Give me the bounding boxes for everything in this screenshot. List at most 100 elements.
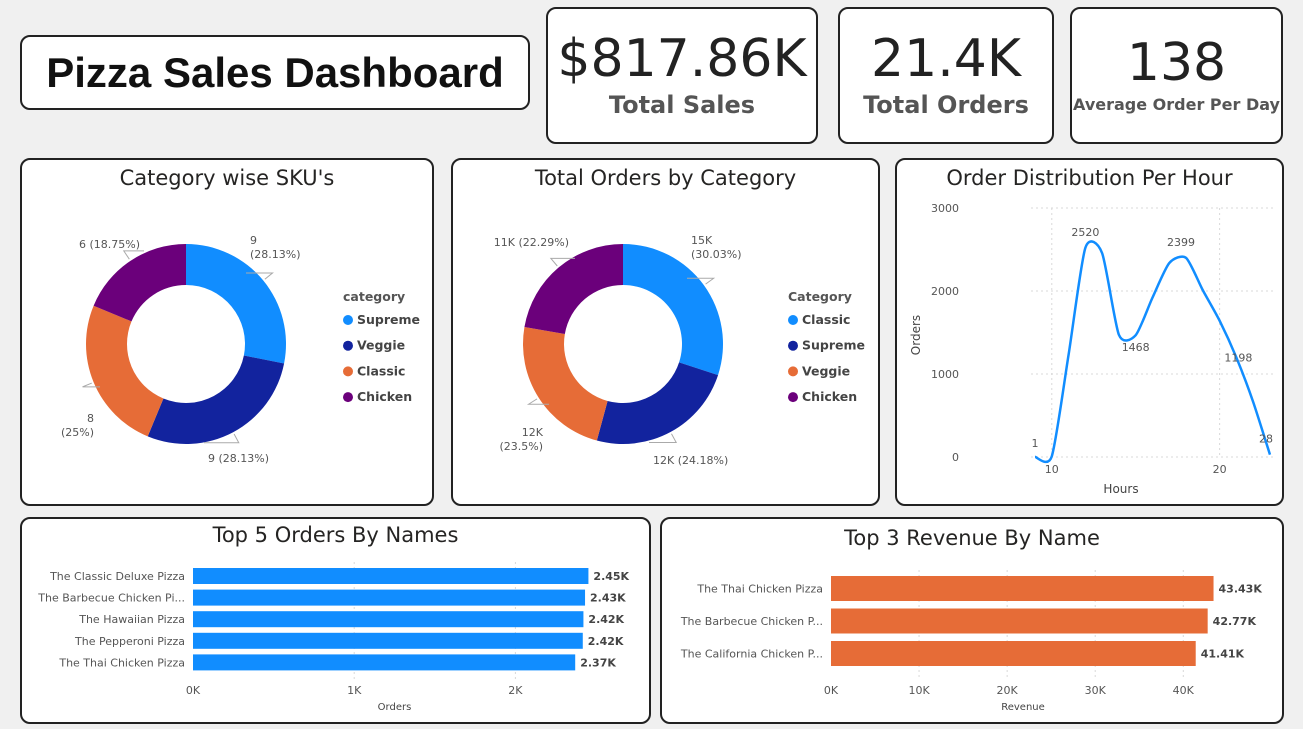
top3-bar <box>831 576 1214 601</box>
sku-data-label: (25%) <box>61 426 94 439</box>
top5-bar <box>193 568 589 584</box>
orders-data-label: (23.5%) <box>499 440 543 453</box>
top5-bar <box>193 589 586 606</box>
sku-slice-supreme <box>186 244 286 364</box>
sku-donut-chart[interactable]: 9(28.13%) 9 (28.13%) 8(25%) 6 (18.75%) categ… <box>22 160 432 504</box>
orders-slice-supreme <box>596 362 719 444</box>
top5-category-label: The Pepperoni Pizza <box>74 635 185 648</box>
top5-bar <box>193 632 583 649</box>
top3-x-tick-label: 0K <box>824 684 839 697</box>
orders-data-label: 11K (22.29%) <box>494 236 569 249</box>
top5-x-axis-title: Orders <box>378 702 412 713</box>
top3-x-axis-title: Revenue <box>1001 702 1045 713</box>
hourly-line-chart[interactable]: 0 1000 2000 3000 10 20 Hours Orders 1 2520 1468 239… <box>897 160 1282 504</box>
orders-legend-swatch <box>788 315 798 325</box>
orders-legend-item: Veggie <box>802 363 850 378</box>
sku-donut-card[interactable]: Category wise SKU's 9 (28.13%) 9 (28.13%) 8… <box>20 158 434 506</box>
top3-bar <box>831 608 1208 634</box>
top3-data-label: 42.77K <box>1213 615 1257 628</box>
line-data-label: 1 <box>1032 437 1039 450</box>
kpi-total-orders-value: 21.4K <box>871 28 1021 89</box>
line-y-tick-label: 1000 <box>931 368 959 381</box>
top3-x-tick-label: 20K <box>997 684 1019 697</box>
sku-legend-item: Supreme <box>357 312 420 327</box>
sku-donut-title: Category wise SKU's <box>119 166 335 190</box>
top5-bar <box>193 611 584 628</box>
orders-category-donut-chart[interactable]: 15K(30.03%) 12K (24.18%) 12K(23.5%) 11K (22… <box>453 160 878 504</box>
top5-category-label: The Thai Chicken Pizza <box>58 656 185 669</box>
top3-category-label: The Barbecue Chicken P... <box>680 615 823 628</box>
kpi-avg-orders-value: 138 <box>1126 33 1227 93</box>
line-y-tick-label: 2000 <box>931 285 959 298</box>
orders-legend-swatch <box>788 366 798 377</box>
top3-category-label: The California Chicken P... <box>680 648 823 661</box>
orders-data-label: 12K (24.18%) <box>653 454 728 467</box>
kpi-avg-orders[interactable]: 138 Average Order Per Day <box>1070 7 1283 144</box>
sku-data-label: 6 (18.75%) <box>79 238 140 251</box>
kpi-total-orders-label: Total Orders <box>863 90 1029 119</box>
dashboard-title: Pizza Sales Dashboard <box>46 48 504 96</box>
line-data-label: 28 <box>1259 433 1273 446</box>
orders-slice-veggie <box>523 327 608 441</box>
top5-x-tick-label: 0K <box>186 684 201 697</box>
top5-data-label: 2.42K <box>588 635 624 648</box>
orders-data-label: 15K <box>691 234 713 247</box>
hourly-line-card[interactable]: Order Distribution Per Hour 0 1000 2000 300… <box>895 158 1284 506</box>
sku-legend-title: category <box>343 289 405 304</box>
top3-category-label: The Thai Chicken Pizza <box>696 583 823 596</box>
sku-slice-classic <box>86 305 164 437</box>
top3-revenue-title: Top 3 Revenue By Name <box>844 526 1100 550</box>
top3-revenue-card[interactable]: Top 3 Revenue By Name 0K 10K 20K 30K 40K Reve… <box>660 517 1284 724</box>
orders-slice-chicken <box>524 244 623 335</box>
top5-orders-card[interactable]: Top 5 Orders By Names 0K 1K 2K Orders The Cl… <box>20 517 651 724</box>
top5-data-label: 2.37K <box>580 656 616 669</box>
sku-data-label: (28.13%) <box>250 248 301 261</box>
kpi-total-sales[interactable]: $817.86K Total Sales <box>546 7 818 144</box>
sku-legend-swatch <box>343 340 353 351</box>
top5-orders-title: Top 5 Orders By Names <box>212 523 459 547</box>
orders-data-label: 12K <box>522 426 544 439</box>
title-card: Pizza Sales Dashboard <box>20 35 530 110</box>
top5-category-label: The Classic Deluxe Pizza <box>49 570 185 583</box>
line-x-axis-title: Hours <box>1103 482 1138 496</box>
kpi-total-sales-value: $817.86K <box>557 28 807 89</box>
top3-x-tick-label: 40K <box>1173 684 1195 697</box>
orders-data-label: (30.03%) <box>691 248 742 261</box>
sku-legend-swatch <box>343 315 353 325</box>
kpi-avg-orders-label: Average Order Per Day <box>1073 95 1280 114</box>
top3-bar <box>831 641 1196 666</box>
line-data-label: 2399 <box>1167 236 1195 249</box>
top5-category-label: The Hawaiian Pizza <box>78 613 185 626</box>
sku-slice-veggie <box>147 355 285 444</box>
top5-data-label: 2.42K <box>588 613 624 626</box>
sku-data-label: 9 (28.13%) <box>208 452 269 465</box>
sku-legend-swatch <box>343 392 353 403</box>
kpi-total-sales-label: Total Sales <box>608 90 756 119</box>
top5-category-label: The Barbecue Chicken Pi... <box>37 592 185 605</box>
line-data-label: 1468 <box>1122 341 1150 354</box>
orders-legend-title: Category <box>788 289 852 304</box>
top3-data-label: 41.41K <box>1201 648 1245 661</box>
line-data-label: 2520 <box>1071 226 1099 239</box>
top5-orders-bar-chart[interactable]: 0K 1K 2K Orders The Classic Deluxe Pizza 2.45… <box>22 519 649 722</box>
orders-legend-item: Chicken <box>802 389 857 404</box>
sku-data-label: 9 <box>250 234 257 247</box>
orders-legend-item: Classic <box>802 312 850 327</box>
orders-category-donut-card[interactable]: Total Orders by Category 15K (30.03%) 12K … <box>451 158 880 506</box>
top3-x-tick-label: 10K <box>908 684 930 697</box>
orders-slice-classic <box>623 244 723 376</box>
top5-x-tick-label: 2K <box>508 684 523 697</box>
hourly-line-title: Order Distribution Per Hour <box>946 166 1233 190</box>
line-x-tick-label: 20 <box>1213 463 1227 476</box>
orders-legend-swatch <box>788 392 798 403</box>
top5-bar <box>193 654 576 671</box>
sku-legend-item: Chicken <box>357 389 412 404</box>
line-x-tick-label: 10 <box>1045 463 1059 476</box>
line-y-tick-label: 3000 <box>931 202 959 215</box>
line-y-axis-title: Orders <box>909 315 923 355</box>
top5-data-label: 2.45K <box>593 570 629 583</box>
top3-data-label: 43.43K <box>1219 583 1263 596</box>
kpi-total-orders[interactable]: 21.4K Total Orders <box>838 7 1054 144</box>
sku-legend-item: Veggie <box>357 338 405 353</box>
line-data-label: 1198 <box>1224 352 1252 365</box>
